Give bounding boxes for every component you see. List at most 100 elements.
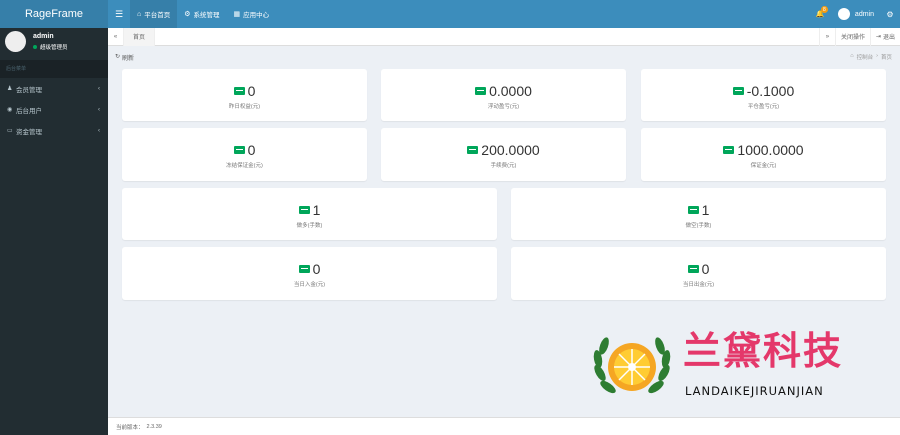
notification-button[interactable]: 🔔 8 [808,0,832,28]
sidebar-item-label: 后台用户 [16,107,42,115]
nav-system[interactable]: ⚙ 系统管理 [177,0,226,28]
money-icon [298,265,310,273]
home-icon: ⌂ [137,10,142,18]
stat-card: 0 冻结保证金(元) [122,128,367,181]
sidebar-item-label: 会员管理 [16,86,42,94]
stat-value: 200.0000 [481,142,540,158]
stat-value: -0.1000 [746,83,795,99]
version-label: 当前版本： [116,424,144,431]
user-icon: ♟ [7,86,13,92]
stat-card: 1000.0000 保证金(元) [641,128,886,181]
breadcrumb-item[interactable]: 控制台 [857,53,874,61]
sidebar-item-funds[interactable]: ▭ 资金管理 ‹ [0,120,108,141]
logout-icon: ⇥ [875,34,881,40]
laurel-sun-logo-icon [593,337,671,394]
version-value: 2.3.39 [146,423,162,430]
brand-logo[interactable]: RageFrame [0,0,108,28]
stat-label: 昨日权益(元) [228,104,261,110]
stat-value: 0 [247,83,256,99]
stat-label: 做空(手数) [685,223,712,229]
card-icon: ▭ [7,128,13,134]
money-icon [233,87,245,95]
refresh-label: 刷新 [122,56,135,62]
cogs-icon: ⚙ [184,11,191,18]
sidebar-user-role: 超级管理员 [33,43,68,51]
watermark-cn: 兰黛科技 [683,329,844,373]
user-circle-icon: ◉ [7,107,13,113]
top-nav: ☰ ⌂ 平台首页 ⚙ 系统管理 ▦ 应用中心 [108,0,276,28]
stat-card: 1 做空(手数) [511,188,886,240]
stat-card: 200.0000 手续费(元) [381,128,626,181]
nav-apps[interactable]: ▦ 应用中心 [227,0,277,28]
tab-home[interactable]: 首页 [124,27,156,46]
top-bar: RageFrame ☰ ⌂ 平台首页 ⚙ 系统管理 ▦ 应用中心 🔔 8 adm… [0,0,900,28]
tab-scroll-right-icon[interactable]: » [818,27,835,46]
sidebar-item-admins[interactable]: ◉ 后台用户 ‹ [0,99,108,120]
tab-bar: « 首页 » 关闭操作 ⇥ 退出 [108,27,900,46]
nav-home-label: 平台首页 [144,12,171,19]
sidebar: admin 超级管理员 后台菜单 ♟ 会员管理 ‹ ◉ 后台用户 ‹ ▭ 资金管… [0,28,108,435]
role-label: 超级管理员 [40,45,68,51]
stat-card: 0.0000 浮动盈亏(元) [381,69,626,121]
logout-label: 退出 [882,35,895,41]
stat-value: 1000.0000 [737,142,804,158]
stat-card: 0 当日出金(元) [511,247,886,300]
top-right: 🔔 8 admin ⚙ [808,0,900,28]
username: admin [854,10,874,18]
sidebar-item-label: 资金管理 [16,128,42,136]
chevron-left-icon: ‹ [98,127,100,134]
stat-label: 保证金(元) [750,163,777,169]
tab-scroll-left-icon[interactable]: « [108,27,124,46]
stat-label: 冻结保证金(元) [226,163,263,169]
watermark-en: LANDAIKEJIRUANJIAN [685,384,824,398]
nav-home[interactable]: ⌂ 平台首页 [130,0,178,28]
stat-value: 0 [247,142,256,158]
apps-icon: ▦ [233,11,241,18]
sidebar-avatar [5,31,26,52]
stat-label: 当日入金(元) [293,282,326,288]
stat-card: 0 昨日权益(元) [122,69,367,121]
stat-value: 0 [701,261,710,277]
money-icon [687,206,699,214]
settings-gear-icon[interactable]: ⚙ [880,0,900,28]
money-icon [687,265,699,273]
sidebar-username: admin [33,33,54,40]
breadcrumb: ⌂ 控制台 › 首页 [850,53,892,61]
user-menu[interactable]: admin [832,0,880,28]
stat-card: -0.1000 平仓盈亏(元) [641,69,886,121]
dashboard-icon: ⌂ [850,53,854,59]
online-dot-icon [33,45,37,49]
watermark: 兰黛科技 LANDAIKEJIRUANJIAN [590,327,875,407]
chevron-left-icon: ‹ [98,85,100,92]
refresh-button[interactable]: ↻ 刷新 [115,53,134,62]
sidebar-item-members[interactable]: ♟ 会员管理 ‹ [0,78,108,99]
stat-label: 平仓盈亏(元) [747,104,780,110]
money-icon [233,146,245,154]
refresh-icon: ↻ [115,54,121,60]
stat-value: 1 [701,202,710,218]
stat-label: 做多(手数) [296,223,323,229]
close-ops-button[interactable]: 关闭操作 [834,27,870,46]
stat-label: 手续费(元) [490,163,517,169]
breadcrumb-item: 首页 [880,55,892,61]
footer: 当前版本： 2.3.39 [108,417,900,435]
nav-apps-label: 应用中心 [243,12,270,19]
money-icon [732,87,744,95]
stat-value: 0.0000 [489,83,532,99]
stat-label: 浮动盈亏(元) [487,104,520,110]
money-icon [467,146,479,154]
stat-card: 0 当日入金(元) [122,247,497,300]
stat-value: 0 [312,261,321,277]
avatar [837,8,850,20]
stat-label: 当日出金(元) [682,282,715,288]
notification-badge: 8 [820,6,828,13]
logout-button[interactable]: ⇥ 退出 [869,27,900,46]
money-icon [475,87,487,95]
nav-system-label: 系统管理 [193,12,220,19]
stat-card: 1 做多(手数) [122,188,497,240]
chevron-left-icon: ‹ [98,106,100,113]
stat-value: 1 [312,202,321,218]
money-icon [723,146,735,154]
sidebar-header: 后台菜单 [0,60,108,78]
sidebar-toggle-icon[interactable]: ☰ [108,0,130,28]
